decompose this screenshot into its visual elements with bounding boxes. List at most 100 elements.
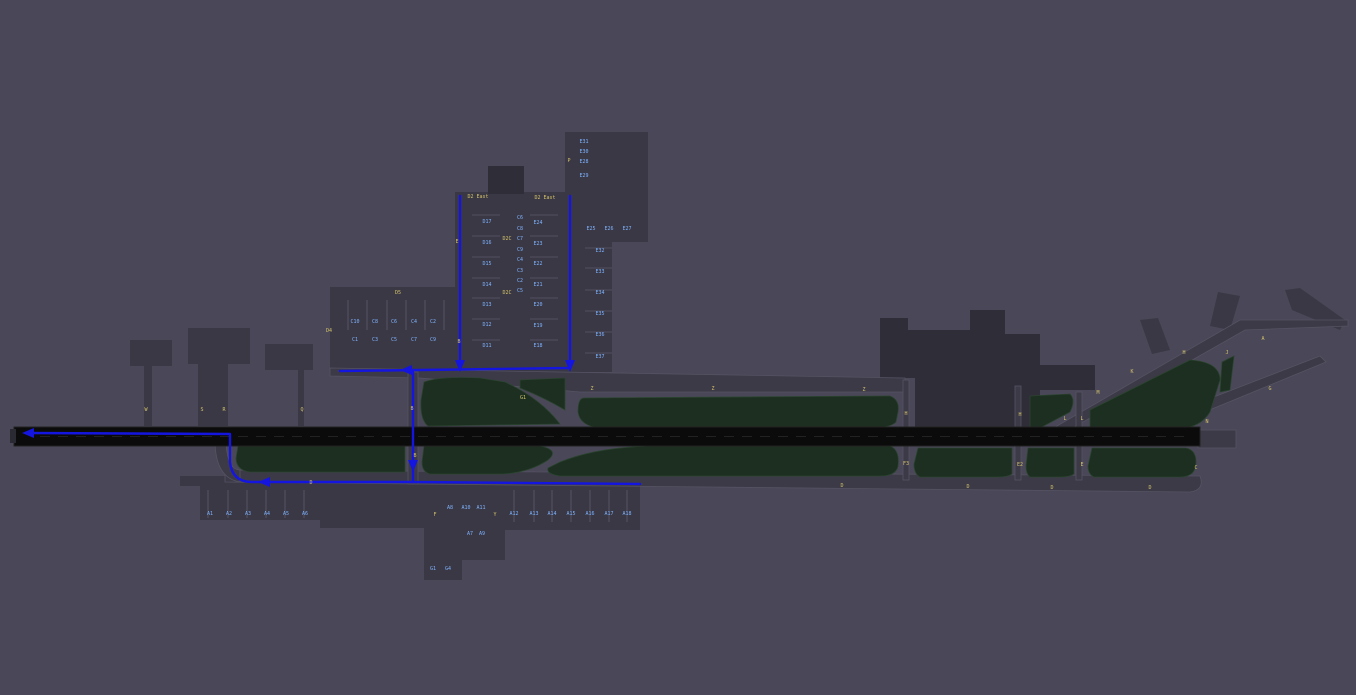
grass-3 bbox=[577, 395, 899, 429]
gate-label-ctop-2: C6 bbox=[391, 319, 397, 325]
gate-label-dright-3: E21 bbox=[533, 282, 542, 288]
grass-8 bbox=[421, 445, 553, 475]
apron-west-3 bbox=[265, 344, 313, 370]
gate-label-a-2: A3 bbox=[245, 511, 251, 517]
gate-label-a-3: A4 bbox=[264, 511, 270, 517]
grass-12 bbox=[1087, 447, 1197, 478]
twy-label-n: N bbox=[1205, 419, 1208, 425]
gate-label-dcenter-6: C2 bbox=[517, 278, 523, 284]
gate-label-amid-0: A8 bbox=[447, 505, 453, 511]
aprons bbox=[130, 132, 1345, 580]
twy-label-h3: H bbox=[1182, 350, 1185, 356]
apron-west-1-stem bbox=[144, 366, 152, 426]
gate-label-dleft-4: D13 bbox=[482, 302, 491, 308]
gate-label-dright-6: E18 bbox=[533, 343, 542, 349]
twy-label-e4: E bbox=[1080, 462, 1083, 468]
gate-label-a-5: A6 bbox=[302, 511, 308, 517]
twy-label-d4: D4 bbox=[326, 328, 332, 334]
gate-label-cbot-4: C9 bbox=[430, 337, 436, 343]
grass-9 bbox=[547, 445, 899, 477]
label-d2-east-left: D2 East bbox=[467, 194, 488, 200]
twy-label-z1: Z bbox=[590, 386, 593, 392]
grass-7 bbox=[235, 445, 406, 473]
gate-label-enorth-2: E28 bbox=[579, 159, 588, 165]
gate-label-dleft-5: D12 bbox=[482, 322, 491, 328]
gate-label-amid-2: A11 bbox=[476, 505, 485, 511]
hangar-ne-1 bbox=[1140, 318, 1170, 354]
gate-label-cbot-2: C5 bbox=[391, 337, 397, 343]
twy-label-y: Y bbox=[493, 512, 496, 518]
gate-label-amid-4: A9 bbox=[479, 531, 485, 537]
gate-label-ctop-1: C8 bbox=[372, 319, 378, 325]
gate-label-g-0: G1 bbox=[430, 566, 436, 572]
runway-threshold-west bbox=[10, 429, 16, 443]
twy-label-d2c: D2C bbox=[502, 236, 511, 242]
twy-label-h2: H bbox=[1018, 412, 1021, 418]
runway-overrun-east bbox=[1197, 429, 1237, 449]
twy-label-d3: D bbox=[1050, 485, 1053, 491]
twy-label-g: G bbox=[1268, 386, 1271, 392]
gate-label-dcenter-4: C4 bbox=[517, 257, 523, 263]
runway bbox=[10, 426, 1201, 447]
gate-label-enorth-3: E29 bbox=[579, 173, 588, 179]
gate-label-eeast-1: E33 bbox=[595, 269, 604, 275]
gate-label-dcenter-7: C5 bbox=[517, 288, 523, 294]
twy-label-p: P bbox=[567, 158, 570, 164]
gate-label-dleft-2: D15 bbox=[482, 261, 491, 267]
grass-11 bbox=[1025, 447, 1075, 478]
grass-10 bbox=[913, 447, 1013, 478]
gate-label-eeast-2: E34 bbox=[595, 290, 604, 296]
twy-label-d4b: D bbox=[1148, 485, 1151, 491]
twy-label-z2: Z bbox=[711, 386, 714, 392]
gate-label-ctop-4: C2 bbox=[430, 319, 436, 325]
twy-label-g1: G1 bbox=[520, 395, 526, 401]
twy-label-z3: Z bbox=[862, 387, 865, 393]
gate-label-cbot-1: C3 bbox=[372, 337, 378, 343]
gate-label-enorth-1: E30 bbox=[579, 149, 588, 155]
gate-label-eeast-3: E35 bbox=[595, 311, 604, 317]
twy-label-h1: H bbox=[904, 411, 907, 417]
gate-label-a-1: A2 bbox=[226, 511, 232, 517]
gate-label-dleft-1: D16 bbox=[482, 240, 491, 246]
twy-label-f3: F3 bbox=[903, 461, 909, 467]
twy-label-d2: D bbox=[966, 484, 969, 490]
gate-label-dcenter-3: C9 bbox=[517, 247, 523, 253]
gate-label-aeast-6: A18 bbox=[622, 511, 631, 517]
gate-label-dright-0: E24 bbox=[533, 220, 542, 226]
apron-d bbox=[455, 192, 575, 372]
twy-label-l2: L bbox=[1080, 416, 1083, 422]
gate-label-aeast-1: A13 bbox=[529, 511, 538, 517]
twy-label-f: F bbox=[433, 512, 436, 518]
gate-label-a-4: A5 bbox=[283, 511, 289, 517]
apron-e bbox=[565, 132, 648, 372]
gate-label-dcenter-1: C8 bbox=[517, 226, 523, 232]
twy-label-c: C bbox=[1194, 465, 1197, 471]
airport-map[interactable]: D2 East D2 East W S R Q D5 D4 B E D2C D2… bbox=[0, 0, 1356, 695]
gate-label-dcenter-2: C7 bbox=[517, 236, 523, 242]
twy-label-e: E bbox=[455, 239, 458, 245]
gate-label-enorth-0: E31 bbox=[579, 139, 588, 145]
gate-label-dright-1: E23 bbox=[533, 241, 542, 247]
gate-label-ctop-3: C4 bbox=[411, 319, 417, 325]
gate-label-cbot-3: C7 bbox=[411, 337, 417, 343]
apron-west-1 bbox=[130, 340, 172, 366]
twy-label-q: Q bbox=[300, 407, 303, 413]
gate-label-dright-4: E20 bbox=[533, 302, 542, 308]
twy-label-d5: D5 bbox=[395, 290, 401, 296]
gate-label-dright-5: E19 bbox=[533, 323, 542, 329]
gate-label-dleft-6: D11 bbox=[482, 343, 491, 349]
gate-label-cbot-0: C1 bbox=[352, 337, 358, 343]
apron-west-3-stem bbox=[298, 370, 304, 426]
label-d2-east-right: D2 East bbox=[534, 195, 555, 201]
twy-label-l1: L bbox=[1063, 416, 1066, 422]
gate-label-aeast-0: A12 bbox=[509, 511, 518, 517]
twy-label-e2: E2 bbox=[1017, 462, 1023, 468]
apron-west-2-stem bbox=[198, 364, 228, 426]
gate-label-dcenter-0: C6 bbox=[517, 215, 523, 221]
gate-label-eetop-2: E27 bbox=[622, 226, 631, 232]
gate-label-amid-3: A7 bbox=[467, 531, 473, 537]
gate-label-aeast-2: A14 bbox=[547, 511, 556, 517]
gate-label-eeast-0: E32 bbox=[595, 248, 604, 254]
twy-label-b2: B bbox=[457, 339, 460, 345]
gate-label-eeast-4: E36 bbox=[595, 332, 604, 338]
